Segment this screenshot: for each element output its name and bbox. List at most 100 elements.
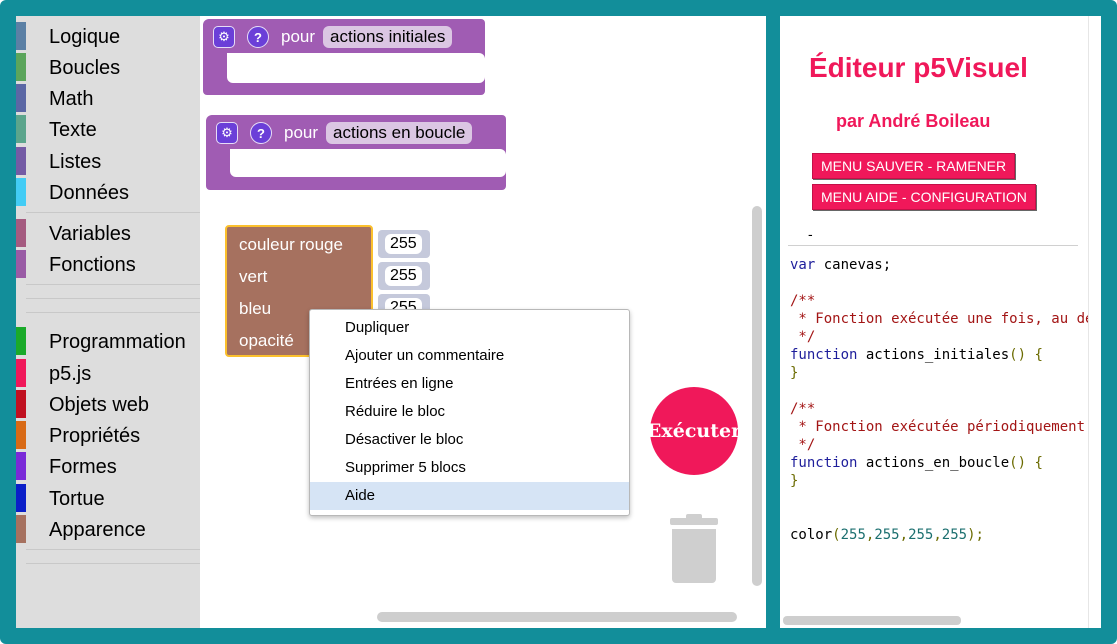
code-function-name: actions_initiales (857, 347, 1010, 363)
category-label: Texte (49, 119, 97, 141)
page-title: Éditeur p5Visuel (809, 52, 1028, 83)
code-punct: , (933, 527, 942, 543)
category-logique[interactable]: Logique (16, 22, 200, 50)
code-keyword: function (790, 347, 858, 363)
category-boucles[interactable]: Boucles (16, 53, 200, 81)
toolbox: Logique Boucles Math Texte Listes Donnée… (16, 16, 200, 628)
number-block[interactable]: 255 (378, 262, 430, 290)
gear-icon[interactable]: ⚙ (216, 122, 238, 144)
category-label: Objets web (49, 394, 150, 416)
page-subtitle: par André Boileau (836, 111, 991, 131)
statement-slot (230, 149, 506, 177)
toolbox-separator (26, 563, 200, 564)
category-programmation[interactable]: Programmation (16, 327, 200, 355)
category-listes[interactable]: Listes (16, 147, 200, 175)
color-block-label-bleu: bleu (239, 299, 272, 318)
color-block-label-rouge: couleur rouge (239, 235, 343, 254)
code-number: 255 (874, 527, 900, 543)
code-punct: , (899, 527, 909, 543)
category-label: Math (49, 88, 94, 110)
code-keyword: var (790, 257, 816, 273)
code-horizontal-scrollbar[interactable] (783, 616, 961, 625)
color-block-label-vert: vert (239, 267, 268, 286)
gear-icon[interactable]: ⚙ (213, 26, 235, 48)
category-color-stripe (16, 84, 26, 112)
category-variables[interactable]: Variables (16, 219, 200, 247)
procedure-block-actions-initiales[interactable]: ⚙ ? pour actions initiales (203, 19, 485, 95)
procedure-name-field[interactable]: actions en boucle (326, 122, 473, 144)
menu-save-load-button[interactable]: MENU SAUVER - RAMENER (812, 153, 1016, 179)
category-objets-web[interactable]: Objets web (16, 390, 200, 418)
category-color-stripe (16, 390, 26, 418)
category-label: Propriétés (49, 425, 141, 447)
menu-item-supprimer-blocs[interactable]: Supprimer 5 blocs (310, 454, 629, 482)
category-label: p5.js (49, 363, 92, 385)
code-comment: * Fonction exécutée périodiquement (790, 419, 1086, 435)
statement-slot (227, 53, 485, 83)
category-label: Données (49, 182, 130, 204)
code-number: 255 (840, 527, 866, 543)
category-label: Apparence (49, 519, 146, 541)
code-punct: ); (967, 527, 984, 543)
code-number: 255 (908, 527, 934, 543)
trash-can (672, 529, 716, 583)
category-p5js[interactable]: p5.js (16, 359, 200, 387)
code-comment: * Fonction exécutée une fois, au départ (798, 311, 1088, 327)
procedure-keyword: pour (281, 27, 316, 46)
menu-item-aide[interactable]: Aide (310, 482, 629, 510)
category-label: Programmation (49, 331, 186, 353)
number-field[interactable]: 255 (385, 266, 422, 286)
trash-icon[interactable] (670, 514, 718, 584)
block-context-menu: Dupliquer Ajouter un commentaire Entrées… (309, 309, 630, 516)
help-icon[interactable]: ? (250, 122, 272, 144)
menu-item-desactiver-bloc[interactable]: Désactiver le bloc (310, 426, 629, 454)
category-color-stripe (16, 250, 26, 278)
menu-item-reduire-bloc[interactable]: Réduire le bloc (310, 398, 629, 426)
number-block[interactable]: 255 (378, 230, 430, 258)
code-function-name: color (790, 527, 833, 543)
category-label: Tortue (49, 488, 105, 510)
workspace-vertical-scrollbar[interactable] (752, 206, 762, 586)
category-texte[interactable]: Texte (16, 115, 200, 143)
execute-button[interactable]: Exécuter (647, 387, 741, 475)
category-label: Logique (49, 26, 121, 48)
code-view[interactable]: var canevas; /** * Fonction exécutée une… (790, 256, 1088, 544)
code-punct: () { (1009, 455, 1043, 471)
number-field[interactable]: 255 (385, 234, 422, 254)
code-comment: */ (790, 329, 816, 345)
procedure-name-field[interactable]: actions initiales (323, 26, 453, 48)
category-color-stripe (16, 178, 26, 206)
toolbox-separator (26, 212, 200, 213)
category-formes[interactable]: Formes (16, 452, 200, 480)
editor-panel: Éditeur p5Visuel par André Boileau MENU … (780, 16, 1088, 628)
category-math[interactable]: Math (16, 84, 200, 112)
category-color-stripe (16, 115, 26, 143)
code-keyword: function (790, 455, 858, 471)
menu-item-entrees-en-ligne[interactable]: Entrées en ligne (310, 370, 629, 398)
code-comment: /** (790, 293, 816, 309)
procedure-header: ⚙ ? pour actions initiales (203, 19, 453, 55)
toolbox-separator (26, 284, 200, 285)
category-fonctions[interactable]: Fonctions (16, 250, 200, 278)
category-color-stripe (16, 327, 26, 355)
category-donnees[interactable]: Données (16, 178, 200, 206)
toolbox-separator (26, 298, 200, 299)
menu-help-config-button[interactable]: MENU AIDE - CONFIGURATION (812, 184, 1036, 210)
menu-item-dupliquer[interactable]: Dupliquer (310, 314, 629, 342)
code-function-name: actions_en_boucle (857, 455, 1010, 471)
category-color-stripe (16, 452, 26, 480)
category-tortue[interactable]: Tortue (16, 484, 200, 512)
color-block-label-opacite: opacité (239, 331, 294, 350)
separator-dash: - (808, 226, 813, 242)
category-label: Formes (49, 456, 117, 478)
procedure-block-actions-en-boucle[interactable]: ⚙ ? pour actions en boucle (206, 115, 506, 190)
category-apparence[interactable]: Apparence (16, 515, 200, 543)
workspace-horizontal-scrollbar[interactable] (377, 612, 737, 622)
help-icon[interactable]: ? (247, 26, 269, 48)
category-proprietes[interactable]: Propriétés (16, 421, 200, 449)
category-label: Listes (49, 151, 102, 173)
category-color-stripe (16, 515, 26, 543)
category-color-stripe (16, 219, 26, 247)
category-color-stripe (16, 22, 26, 50)
menu-item-ajouter-commentaire[interactable]: Ajouter un commentaire (310, 342, 629, 370)
